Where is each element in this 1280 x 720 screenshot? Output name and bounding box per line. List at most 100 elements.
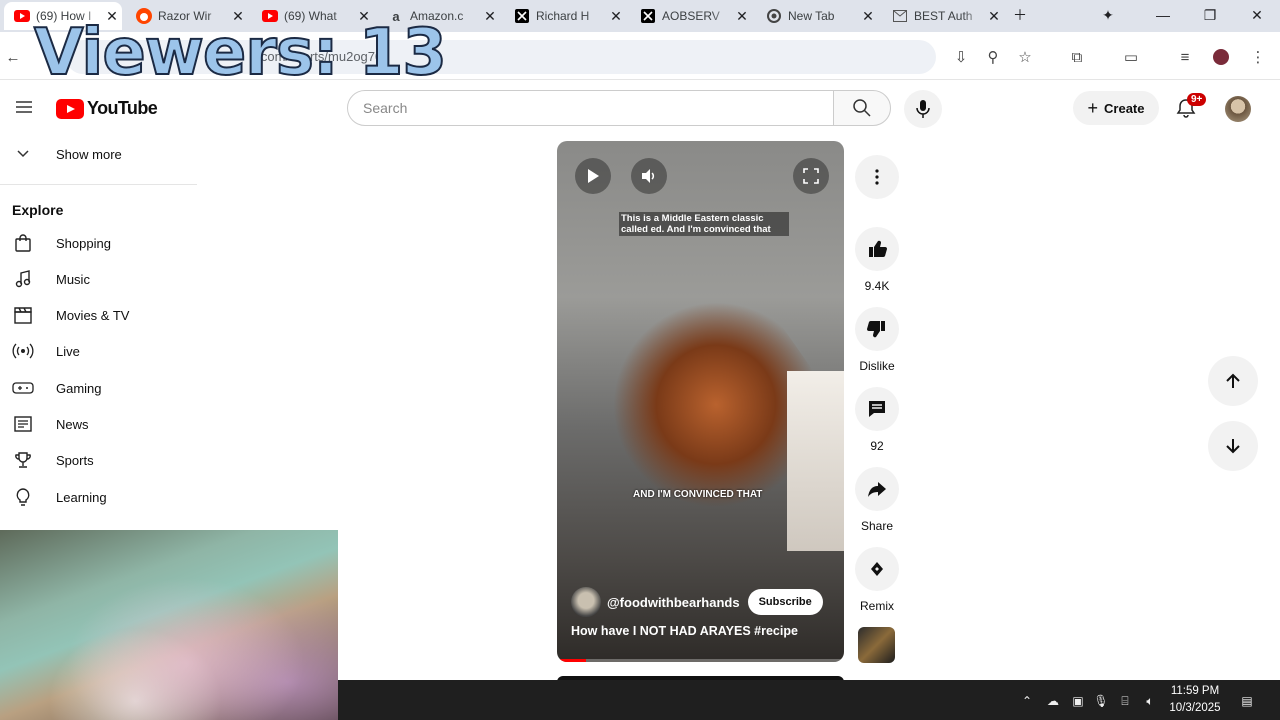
notification-badge: 9+ <box>1187 93 1207 106</box>
viewer-count-overlay: Viewers: 13 <box>33 15 448 91</box>
chrome-favicon-icon <box>766 8 782 24</box>
share-arrow-icon <box>868 482 886 497</box>
arrow-down-icon <box>1226 439 1240 454</box>
youtube-logo[interactable]: YouTube <box>56 98 158 119</box>
chevron-up-icon[interactable]: ⌃ <box>1018 692 1036 710</box>
minimize-icon[interactable]: — <box>1143 4 1183 26</box>
tab-title: BEST Auth <box>914 9 973 23</box>
tab-title: AOBSERV <box>662 9 720 23</box>
sound-thumbnail[interactable] <box>858 627 895 663</box>
sidebar-item-sports[interactable]: Sports <box>12 442 202 478</box>
lightbulb-icon <box>12 486 34 508</box>
channel-name[interactable]: @foodwithbearhands <box>607 595 740 610</box>
remix-action: Remix <box>853 547 901 613</box>
next-short-button[interactable] <box>1208 421 1258 471</box>
sidebar-item-label: Live <box>56 343 80 359</box>
share-action: Share <box>853 467 901 533</box>
microphone-tray-icon[interactable]: 🎙︎ <box>1092 692 1110 710</box>
fullscreen-button[interactable] <box>793 158 829 194</box>
taskbar-clock[interactable]: 11:59 PM 10/3/2025 <box>1160 683 1230 717</box>
meet-now-icon[interactable]: ▣ <box>1069 692 1087 710</box>
speaker-icon <box>642 169 655 183</box>
profile-avatar-icon[interactable] <box>1210 46 1232 68</box>
music-note-icon <box>12 268 34 290</box>
clock-date: 10/3/2025 <box>1169 702 1221 714</box>
tab-title: Richard H <box>536 9 590 23</box>
sidebar-item-label: Learning <box>56 489 107 505</box>
comments-button[interactable] <box>855 387 899 431</box>
gamepad-icon <box>12 377 34 399</box>
tab-close-icon[interactable]: ✕ <box>480 8 500 25</box>
comment-icon <box>869 401 885 417</box>
sidebar-item-label: Sports <box>56 452 94 468</box>
tab-close-icon[interactable]: ✕ <box>732 8 752 25</box>
gemini-sparkle-icon[interactable]: ✦ <box>1088 4 1128 26</box>
subscribe-button[interactable]: Subscribe <box>747 589 823 615</box>
video-title[interactable]: How have I NOT HAD ARAYES #recipe <box>571 624 798 638</box>
browser-menu-icon[interactable]: ⋮ <box>1247 46 1269 68</box>
webcam-overlay <box>0 530 338 720</box>
network-icon[interactable]: ⌸ <box>1116 692 1134 710</box>
chevron-down-icon <box>12 143 34 165</box>
youtube-header: YouTube Search + Create <box>0 81 1280 137</box>
clapperboard-icon <box>12 304 34 326</box>
new-tab-icon[interactable]: ＋ <box>1000 4 1040 26</box>
sidebar-item-news[interactable]: News <box>12 406 202 442</box>
sidebar-item-live[interactable]: Live <box>12 333 202 369</box>
search-button[interactable] <box>833 90 891 126</box>
back-arrow-icon[interactable]: ← <box>2 46 24 68</box>
side-panel-icon[interactable]: ▭ <box>1120 46 1142 68</box>
like-button[interactable] <box>855 227 899 271</box>
play-button[interactable] <box>575 158 611 194</box>
sidebar-item-movies[interactable]: Movies & TV <box>12 297 202 333</box>
channel-row: @foodwithbearhands Subscribe <box>571 587 823 617</box>
account-avatar[interactable] <box>1225 96 1251 122</box>
webcam-feed-image <box>0 530 338 720</box>
show-more-button[interactable]: Show more <box>12 136 202 172</box>
like-action: 9.4K <box>853 227 901 293</box>
search-input[interactable]: Search <box>347 90 834 126</box>
sidebar-item-music[interactable]: Music <box>12 261 202 297</box>
browser-tab[interactable]: New Tab ✕ <box>756 2 878 30</box>
more-options-button[interactable] <box>855 155 899 199</box>
browser-tab[interactable]: AOBSERV ✕ <box>630 2 752 30</box>
create-button[interactable]: + Create <box>1073 91 1159 125</box>
remix-button[interactable] <box>855 547 899 591</box>
dislike-button[interactable] <box>855 307 899 351</box>
close-window-icon[interactable]: ✕ <box>1237 4 1277 26</box>
volume-button[interactable] <box>631 158 667 194</box>
show-more-label: Show more <box>56 146 122 162</box>
channel-avatar[interactable] <box>571 587 601 617</box>
video-progress-bar[interactable] <box>557 659 844 662</box>
browser-tab[interactable]: BEST Auth ✕ <box>882 2 1004 30</box>
hamburger-menu-icon[interactable] <box>14 97 34 117</box>
volume-tray-icon[interactable]: 🔈︎ <box>1141 692 1159 710</box>
tab-close-icon[interactable]: ✕ <box>858 8 878 25</box>
sidebar-item-learning[interactable]: Learning <box>12 479 202 515</box>
sidebar-item-shopping[interactable]: Shopping <box>12 225 202 261</box>
plus-icon: + <box>1087 97 1099 118</box>
youtube-logo-text: YouTube <box>87 98 158 118</box>
install-app-icon[interactable]: ⇩ <box>950 46 972 68</box>
voice-search-button[interactable] <box>904 90 942 128</box>
sidebar-item-label: News <box>56 416 89 432</box>
share-button[interactable] <box>855 467 899 511</box>
share-label: Share <box>860 519 894 533</box>
shopping-bag-icon <box>12 232 34 254</box>
sidebar-item-gaming[interactable]: Gaming <box>12 370 202 406</box>
browser-tab[interactable]: Richard H ✕ <box>504 2 626 30</box>
dislike-action: Dislike <box>853 307 901 373</box>
clock-time: 11:59 PM <box>1170 685 1220 697</box>
comments-action: 92 <box>853 387 901 453</box>
notifications-center-icon[interactable]: ▤ <box>1238 692 1256 710</box>
shorts-video-player[interactable]: This is a Middle Eastern classic called … <box>557 141 844 662</box>
previous-short-button[interactable] <box>1208 356 1258 406</box>
media-controls-icon[interactable]: ≡ <box>1174 46 1196 68</box>
live-broadcast-icon <box>12 340 34 362</box>
restore-icon[interactable]: ❐ <box>1190 4 1230 26</box>
zoom-icon[interactable]: ⚲ <box>982 46 1004 68</box>
bookmark-star-icon[interactable]: ☆ <box>1014 46 1036 68</box>
onedrive-cloud-icon[interactable]: ☁ <box>1044 692 1062 710</box>
extensions-puzzle-icon[interactable]: ⧉ <box>1066 46 1088 68</box>
tab-close-icon[interactable]: ✕ <box>606 8 626 25</box>
